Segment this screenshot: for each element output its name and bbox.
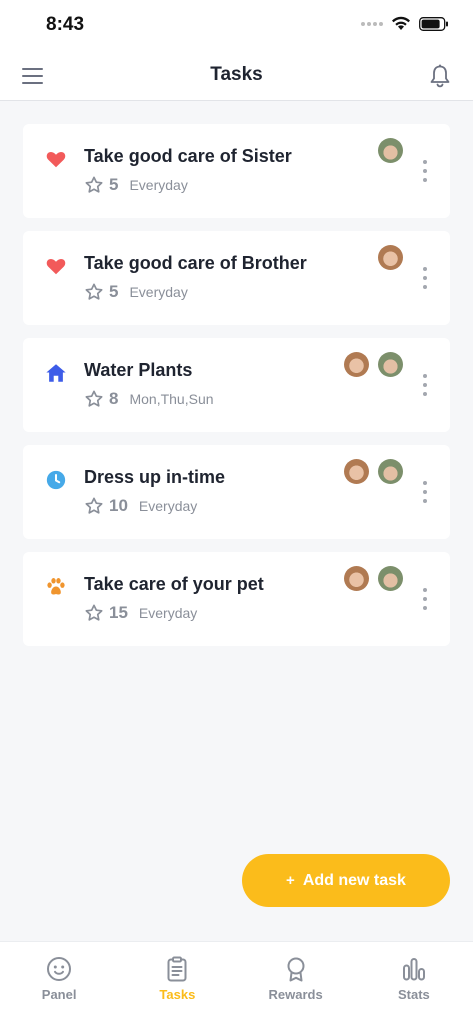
task-points: 15 <box>109 603 128 622</box>
task-points: 10 <box>109 496 128 515</box>
status-bar: 8:43 <box>0 0 473 52</box>
avatar[interactable] <box>378 245 403 270</box>
tab-panel[interactable]: Panel <box>0 942 118 1024</box>
assignee-avatars <box>344 566 403 591</box>
battery-icon <box>419 16 448 31</box>
task-list: Take good care of Sister 5 Everyday Take… <box>23 124 450 659</box>
task-frequency: Mon,Thu,Sun <box>129 391 214 407</box>
task-meta: 10 Everyday <box>84 496 197 516</box>
assignee-avatars <box>378 245 403 270</box>
bell-icon <box>430 64 450 88</box>
task-card[interactable]: Dress up in-time 10 Everyday <box>23 445 450 539</box>
tab-label: Tasks <box>159 987 196 1002</box>
assignee-avatars <box>344 459 403 484</box>
wifi-icon <box>392 16 410 30</box>
tab-label: Panel <box>41 987 77 1002</box>
avatar[interactable] <box>344 459 369 484</box>
star-icon <box>85 176 103 193</box>
more-options-button[interactable] <box>421 374 429 396</box>
assignee-avatars <box>378 138 403 163</box>
task-points: 5 <box>109 282 119 301</box>
avatar[interactable] <box>378 566 403 591</box>
star-icon <box>85 604 103 621</box>
bar-chart-icon <box>402 958 425 981</box>
signal-icon <box>361 21 383 26</box>
more-options-button[interactable] <box>421 267 429 289</box>
clipboard-icon <box>167 956 187 982</box>
task-title: Take care of your pet <box>84 574 264 594</box>
assignee-avatars <box>344 352 403 377</box>
status-icons <box>361 16 449 31</box>
task-meta: 5 Everyday <box>84 175 188 195</box>
task-title: Water Plants <box>84 360 193 380</box>
tab-label: Stats <box>397 987 430 1002</box>
add-new-task-label: Add new task <box>302 871 406 889</box>
tab-label: Rewards <box>268 987 323 1002</box>
more-options-button[interactable] <box>421 160 429 182</box>
task-frequency: Everyday <box>129 284 188 300</box>
task-card[interactable]: Water Plants 8 Mon,Thu,Sun <box>23 338 450 432</box>
page-title: Tasks <box>210 64 263 85</box>
task-points: 8 <box>109 389 119 408</box>
clock-icon <box>46 470 66 490</box>
task-card[interactable]: Take good care of Sister 5 Everyday <box>23 124 450 218</box>
more-options-button[interactable] <box>421 588 429 610</box>
task-meta: 5 Everyday <box>84 282 188 302</box>
home-icon <box>46 364 66 382</box>
status-time: 8:43 <box>46 14 85 35</box>
award-icon <box>287 957 305 982</box>
heart-icon <box>46 151 66 168</box>
tab-rewards[interactable]: Rewards <box>237 942 355 1024</box>
avatar[interactable] <box>344 352 369 377</box>
task-points: 5 <box>109 175 119 194</box>
task-title: Take good care of Sister <box>84 146 292 166</box>
star-icon <box>85 390 103 407</box>
task-card[interactable]: Take good care of Brother 5 Everyday <box>23 231 450 325</box>
tab-tasks[interactable]: Tasks <box>118 942 236 1024</box>
heart-icon <box>46 258 66 275</box>
smile-icon <box>47 957 72 981</box>
avatar[interactable] <box>378 352 403 377</box>
task-meta: 8 Mon,Thu,Sun <box>84 389 214 409</box>
task-title: Take good care of Brother <box>84 253 307 273</box>
more-options-button[interactable] <box>421 481 429 503</box>
avatar[interactable] <box>378 138 403 163</box>
star-icon <box>85 497 103 514</box>
task-frequency: Everyday <box>138 498 198 514</box>
task-frequency: Everyday <box>129 177 188 193</box>
plus-icon: + <box>286 872 295 889</box>
app-header: Tasks <box>0 52 473 101</box>
task-card[interactable]: Take care of your pet 15 Everyday <box>23 552 450 646</box>
paw-icon <box>47 578 65 595</box>
notifications-button[interactable] <box>429 64 451 88</box>
task-frequency: Everyday <box>138 605 198 621</box>
task-title: Dress up in-time <box>84 467 226 487</box>
avatar[interactable] <box>344 566 369 591</box>
star-icon <box>85 283 103 300</box>
bottom-tab-bar: Panel Tasks Rewards Stats <box>0 941 473 1024</box>
tab-stats[interactable]: Stats <box>355 942 473 1024</box>
add-new-task-button[interactable]: + Add new task <box>242 854 450 907</box>
avatar[interactable] <box>378 459 403 484</box>
task-meta: 15 Everyday <box>84 603 197 623</box>
